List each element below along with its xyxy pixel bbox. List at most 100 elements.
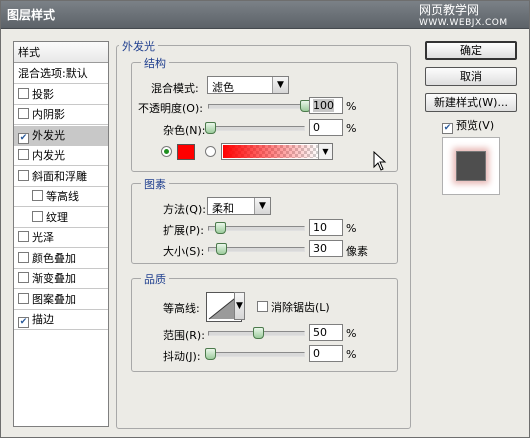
size-px-unit: 像素 [346,245,368,258]
noise-value: 0 [313,121,320,134]
style-list-item[interactable]: 内阴影 [14,105,108,125]
blend-mode-select[interactable]: 滤色 ▼ [207,76,289,94]
new-style-button[interactable]: 新建样式(W)... [425,93,517,112]
range-percent: % [346,327,357,340]
style-checkbox[interactable] [32,190,43,201]
style-list-item[interactable]: 光泽 [14,228,108,248]
size-slider-thumb[interactable] [216,243,228,255]
style-list-item[interactable]: 等高线 [14,187,108,207]
gradient-picker[interactable]: ▼ [221,143,333,160]
spread-input[interactable]: 10 [309,219,343,236]
opacity-label: 不透明度(O): [138,102,203,115]
range-value: 50 [313,326,327,339]
ok-button[interactable]: 确定 [425,41,517,60]
jitter-percent: % [346,348,357,361]
watermark-url: WWW.WEBJX.COM [419,18,508,28]
solid-color-radio[interactable] [161,146,172,157]
style-checkbox[interactable] [18,231,29,242]
opacity-slider[interactable] [208,100,311,112]
style-checkbox[interactable] [18,251,29,263]
noise-input[interactable]: 0 [309,119,343,136]
chevron-down-icon: ▼ [272,77,288,93]
style-list-item-label: 混合选项:默认 [18,67,88,80]
style-list-item[interactable]: 内发光 [14,146,108,166]
style-checkbox[interactable] [18,169,29,181]
range-label: 范围(R): [163,329,205,342]
jitter-value: 0 [313,347,320,360]
noise-percent: % [346,122,357,135]
antialias-checkbox[interactable]: 消除锯齿(L) [257,299,330,315]
jitter-slider[interactable] [205,348,305,360]
style-checkbox[interactable] [18,87,29,99]
quality-title: 品质 [141,271,169,287]
jitter-label: 抖动(J): [163,350,201,363]
style-checkbox[interactable] [18,108,29,119]
preview-checkbox[interactable]: ✔ 预览(V) [442,117,494,134]
style-list-item[interactable]: 图案叠加 [14,290,108,310]
blend-mode-value: 滤色 [212,81,234,94]
chevron-down-icon[interactable]: ▼ [318,144,332,159]
antialias-checkbox-box [257,301,268,312]
outer-glow-title: 外发光 [119,38,158,54]
jitter-slider-thumb[interactable] [205,348,216,360]
style-checkbox[interactable] [18,292,29,304]
jitter-input[interactable]: 0 [309,345,343,362]
style-list-item-label: 图案叠加 [32,292,76,306]
style-list: 样式 混合选项:默认 投影 内阴影 ✔ 外发光 内发光 斜面和浮雕 等高线 纹理 光泽 颜色叠加 渐变… [13,41,109,427]
size-value: 30 [313,242,327,255]
blend-mode-label: 混合模式: [151,82,199,95]
style-list-item[interactable]: 投影 [14,85,108,105]
dialog-title: 图层样式 [7,8,56,22]
contour-label: 等高线: [163,302,200,315]
gradient-radio[interactable] [205,146,216,157]
style-list-item[interactable]: 斜面和浮雕 [14,167,108,187]
radio-selected-dot [164,149,169,154]
spread-slider[interactable] [208,222,305,234]
range-slider[interactable] [208,327,305,339]
check-icon: ✔ [442,123,453,134]
spread-slider-thumb[interactable] [214,222,226,234]
layer-style-dialog: 图层样式 网页教学网 WWW.WEBJX.COM 样式 混合选项:默认投影内阴影… [0,0,530,438]
watermark-text: 网页教学网 [419,3,480,17]
cancel-button[interactable]: 取消 [425,67,517,86]
check-icon[interactable]: ✔ [18,317,29,328]
style-list-item-label: 纹理 [46,210,68,224]
glow-color-swatch[interactable] [177,144,195,160]
contour-dropdown[interactable]: ▼ [234,292,245,320]
style-list-item-label: 内发光 [32,149,65,162]
style-checkbox[interactable] [32,210,43,222]
title-bar[interactable]: 图层样式 网页教学网 WWW.WEBJX.COM [1,1,529,29]
style-list-header[interactable]: 样式 [14,42,108,63]
preview-square [456,151,486,181]
style-list-item[interactable]: 混合选项:默认 [14,64,108,84]
style-list-item-label: 外发光 [32,128,65,142]
size-slider[interactable] [208,243,305,255]
style-list-item-label: 投影 [32,87,54,101]
noise-label: 杂色(N): [163,124,206,137]
spread-percent: % [346,222,357,235]
noise-slider[interactable] [205,122,305,134]
range-slider-thumb[interactable] [252,327,264,339]
antialias-label: 消除锯齿(L) [271,301,330,314]
style-list-item-label: 内阴影 [32,108,65,121]
style-list-item[interactable]: ✔ 描边 [14,310,108,330]
chevron-down-icon: ▼ [254,198,270,214]
size-input[interactable]: 30 [309,240,343,257]
technique-select[interactable]: 柔和 ▼ [207,197,271,215]
style-list-item[interactable]: 纹理 [14,208,108,228]
range-input[interactable]: 50 [309,324,343,341]
style-checkbox[interactable] [18,272,29,283]
opacity-value: 100 [313,99,334,112]
style-checkbox[interactable] [18,149,29,160]
style-list-item[interactable]: 颜色叠加 [14,249,108,269]
arrow-cursor-icon [373,151,387,171]
style-list-item-label: 等高线 [46,190,79,203]
check-icon[interactable]: ✔ [18,132,29,144]
style-list-item[interactable]: 渐变叠加 [14,269,108,289]
technique-value: 柔和 [212,202,234,215]
style-list-item[interactable]: ✔ 外发光 [14,125,108,146]
gradient-preview [223,145,318,158]
preview-label: 预览(V) [456,119,495,132]
noise-slider-thumb[interactable] [205,122,216,134]
opacity-input[interactable]: 100 [309,97,343,114]
